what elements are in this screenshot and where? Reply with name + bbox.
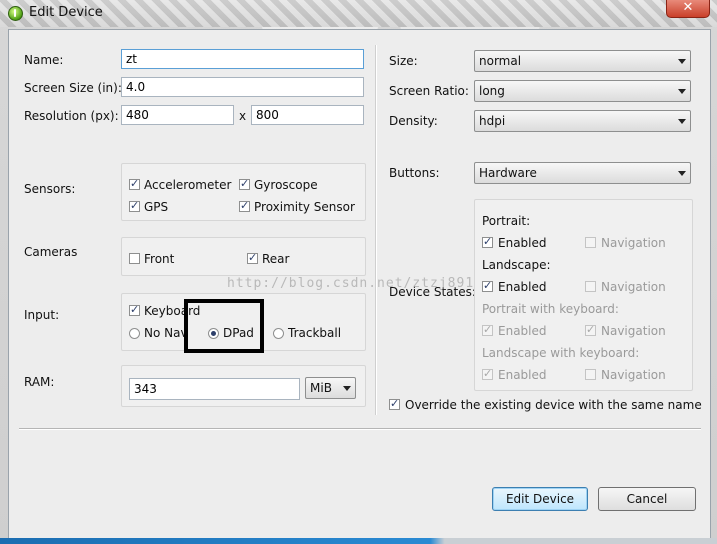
portrait-keyboard-navigation-label: Navigation [601,324,666,338]
sensors-label: Sensors: [24,182,76,196]
density-value: hdpi [479,114,506,128]
portrait-keyboard-navigation-checkbox[interactable] [585,323,596,336]
override-checkbox[interactable] [389,397,400,410]
close-button[interactable]: ✕ [666,0,710,18]
chevron-down-icon [678,59,686,64]
accelerometer-label: Accelerometer [144,178,232,192]
cancel-button[interactable]: Cancel [598,487,696,511]
no-nav-radio[interactable] [129,328,140,339]
screen-size-label: Screen Size (in): [24,81,122,95]
chevron-down-icon [343,386,351,391]
chevron-down-icon [678,171,686,176]
landscape-keyboard-navigation-label: Navigation [601,368,666,382]
portrait-navigation-label: Navigation [601,236,666,250]
input-label: Input: [24,308,60,322]
resolution-label: Resolution (px): [24,109,119,123]
resolution-height-input[interactable] [251,105,364,125]
screen-size-input[interactable] [121,77,364,97]
portrait-label: Portrait: [482,214,531,228]
android-app-icon [8,6,23,21]
portrait-enabled-label: Enabled [498,236,547,250]
landscape-keyboard-navigation-checkbox[interactable] [585,369,596,380]
edit-device-window: Edit Device ✕ Name: Screen Size (in): Re… [0,0,717,544]
buttons-label: Buttons: [389,166,440,180]
landscape-keyboard-enabled-label: Enabled [498,368,547,382]
density-select[interactable]: hdpi [474,110,691,132]
cameras-label: Cameras [24,245,78,259]
ram-input[interactable] [129,378,300,400]
rear-camera-label: Rear [262,252,290,266]
taskbar-strip [0,538,717,544]
portrait-enabled-checkbox[interactable] [482,235,493,248]
proximity-sensor-checkbox[interactable] [239,199,250,212]
front-camera-checkbox[interactable] [129,253,140,264]
watermark-text: http://blog.csdn.net/ztzj891 [227,276,475,291]
resolution-x-label: x [239,109,247,123]
gps-checkbox[interactable] [129,199,140,212]
name-label: Name: [24,53,64,67]
portrait-keyboard-label: Portrait with keyboard: [482,302,619,316]
ram-unit-value: MiB [310,381,332,395]
landscape-enabled-checkbox[interactable] [482,279,493,292]
close-icon: ✕ [682,0,694,15]
portrait-keyboard-enabled-checkbox[interactable] [482,323,493,336]
landscape-label: Landscape: [482,258,551,272]
column-separator [375,45,377,415]
trackball-radio[interactable] [273,328,284,339]
size-select[interactable]: normal [474,50,691,72]
edit-device-button[interactable]: Edit Device [492,487,588,511]
screen-ratio-label: Screen Ratio: [389,84,469,98]
landscape-keyboard-label: Landscape with keyboard: [482,346,640,360]
landscape-enabled-label: Enabled [498,280,547,294]
gyroscope-checkbox[interactable] [239,177,250,190]
buttons-value: Hardware [479,166,537,180]
dialog-content: Name: Screen Size (in): Resolution (px):… [8,29,711,540]
screen-ratio-value: long [479,84,505,98]
ram-unit-select[interactable]: MiB [305,377,356,399]
no-nav-label: No Nav [144,326,188,340]
accelerometer-checkbox[interactable] [129,177,140,190]
keyboard-checkbox[interactable] [129,303,140,316]
name-input[interactable] [121,49,364,69]
chevron-down-icon [678,89,686,94]
ram-label: RAM: [24,375,55,389]
rear-camera-checkbox[interactable] [247,251,258,264]
gyroscope-label: Gyroscope [254,178,318,192]
window-title: Edit Device [29,5,103,20]
override-label: Override the existing device with the sa… [405,398,702,412]
density-label: Density: [389,114,438,128]
landscape-navigation-checkbox[interactable] [585,281,596,292]
resolution-width-input[interactable] [121,105,234,125]
trackball-label: Trackball [288,326,342,340]
landscape-navigation-label: Navigation [601,280,666,294]
portrait-keyboard-enabled-label: Enabled [498,324,547,338]
footer-separator [19,428,701,430]
size-label: Size: [389,54,418,68]
landscape-keyboard-enabled-checkbox[interactable] [482,367,493,380]
gps-label: GPS [144,200,169,214]
portrait-navigation-checkbox[interactable] [585,237,596,248]
proximity-sensor-label: Proximity Sensor [254,200,355,214]
front-camera-label: Front [144,252,175,266]
size-value: normal [479,54,522,68]
title-bar[interactable]: Edit Device ✕ [0,0,717,27]
chevron-down-icon [678,119,686,124]
dpad-highlight-annotation [184,299,264,353]
screen-ratio-select[interactable]: long [474,80,691,102]
buttons-select[interactable]: Hardware [474,162,691,184]
